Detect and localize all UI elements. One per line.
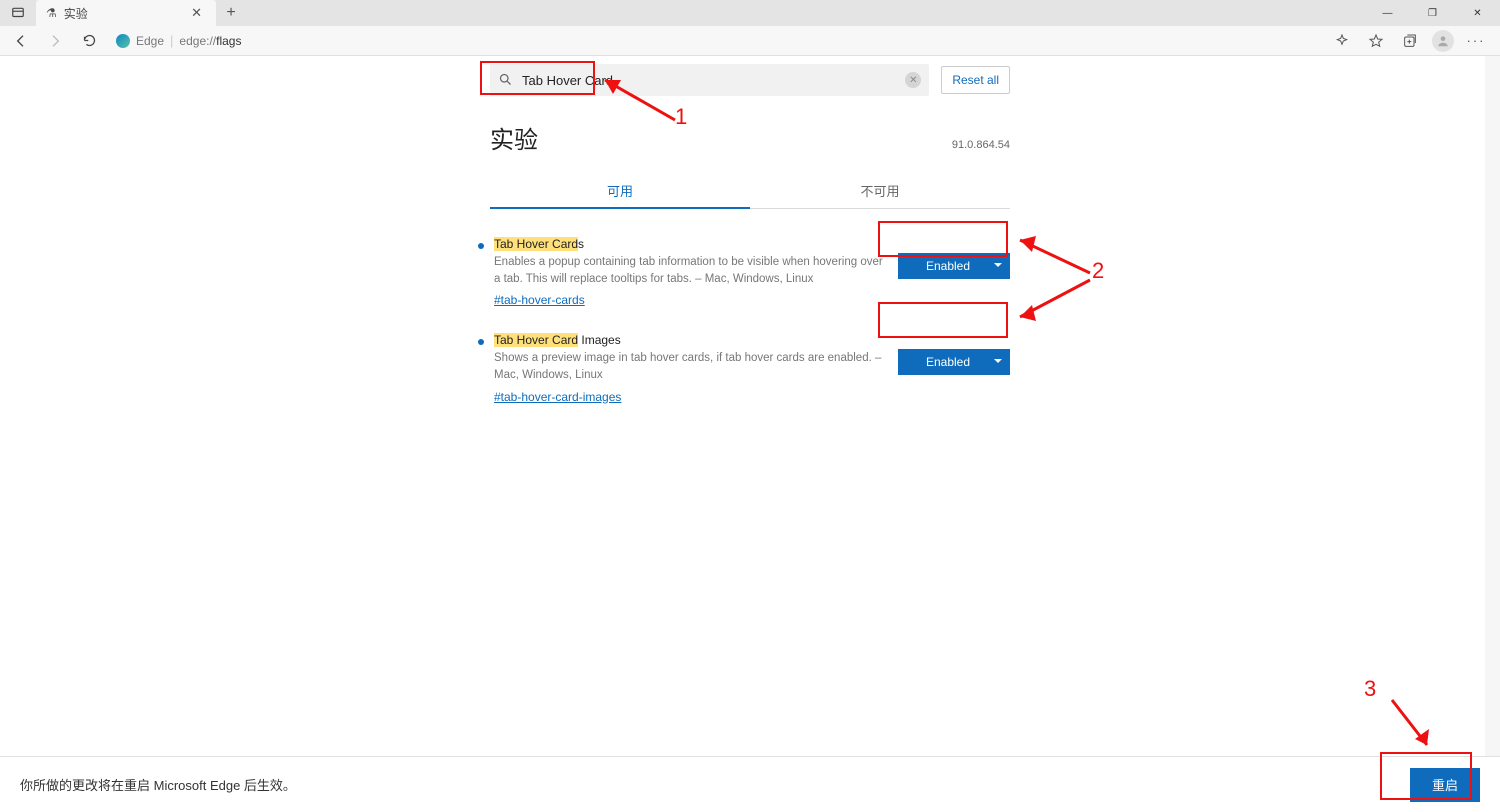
ellipsis-icon: ··· <box>1467 33 1486 48</box>
flag-select-value: Enabled <box>898 349 1010 375</box>
page-heading: 实验 <box>490 120 538 155</box>
tab-strip: ⚗ 实验 ✕ + <box>0 0 246 26</box>
window-controls: — ❐ ✕ <box>1365 0 1500 26</box>
address-origin: Edge <box>136 34 164 48</box>
restart-footer: 你所做的更改将在重启 Microsoft Edge 后生效。 重启 <box>0 756 1500 812</box>
flag-tabs: 可用 不可用 <box>490 173 1010 209</box>
modified-dot-icon <box>478 339 484 345</box>
search-icon <box>498 72 513 90</box>
restart-button[interactable]: 重启 <box>1410 768 1480 802</box>
refresh-button[interactable] <box>74 27 104 55</box>
flask-icon: ⚗ <box>46 6 57 20</box>
tab-available[interactable]: 可用 <box>490 173 750 208</box>
address-scheme: edge:// <box>179 34 216 48</box>
flag-anchor-link[interactable]: #tab-hover-cards <box>494 293 585 307</box>
navigation-bar: Edge | edge://flags ··· <box>0 26 1500 56</box>
page-content: ✕ Reset all 实验 91.0.864.54 可用 不可用 Tab Ho… <box>0 56 1500 756</box>
settings-menu-button[interactable]: ··· <box>1464 29 1488 53</box>
refresh-icon <box>82 33 97 48</box>
close-window-button[interactable]: ✕ <box>1455 0 1500 26</box>
flag-select-value: Enabled <box>898 253 1010 279</box>
flag-select[interactable]: Enabled <box>898 253 1010 279</box>
footer-message: 你所做的更改将在重启 Microsoft Edge 后生效。 <box>20 775 296 794</box>
browser-tab[interactable]: ⚗ 实验 ✕ <box>36 0 216 26</box>
star-icon <box>1368 33 1384 49</box>
modified-dot-icon <box>478 243 484 249</box>
new-tab-button[interactable]: + <box>216 0 246 26</box>
address-bar[interactable]: Edge | edge://flags <box>108 29 1320 53</box>
flag-anchor-link[interactable]: #tab-hover-card-images <box>494 390 621 404</box>
favorites-button[interactable] <box>1364 29 1388 53</box>
maximize-button[interactable]: ❐ <box>1410 0 1455 26</box>
back-button[interactable] <box>6 27 36 55</box>
search-input[interactable] <box>490 64 929 96</box>
arrow-right-icon <box>47 33 63 49</box>
address-path: flags <box>216 34 241 48</box>
flag-title: Tab Hover Card Images <box>494 333 888 347</box>
tab-overview-icon <box>11 6 25 20</box>
forward-button[interactable] <box>40 27 70 55</box>
tab-title: 实验 <box>64 5 180 22</box>
search-wrapper: ✕ <box>490 64 929 96</box>
flag-row: Tab Hover Card Images Shows a preview im… <box>490 333 1010 403</box>
toolbar-right: ··· <box>1324 29 1494 53</box>
tab-actions-button[interactable] <box>0 0 36 26</box>
tab-unavailable[interactable]: 不可用 <box>750 173 1010 208</box>
flag-select[interactable]: Enabled <box>898 349 1010 375</box>
sparkle-star-icon <box>1334 33 1350 49</box>
collections-button[interactable] <box>1398 29 1422 53</box>
edge-icon <box>116 34 130 48</box>
reset-all-button[interactable]: Reset all <box>941 66 1010 94</box>
minimize-button[interactable]: — <box>1365 0 1410 26</box>
version-label: 91.0.864.54 <box>952 139 1010 151</box>
flag-description: Enables a popup containing tab informati… <box>494 254 888 287</box>
arrow-left-icon <box>13 33 29 49</box>
profile-button[interactable] <box>1432 30 1454 52</box>
person-icon <box>1436 34 1450 48</box>
flag-description: Shows a preview image in tab hover cards… <box>494 350 888 383</box>
collections-icon <box>1402 33 1418 49</box>
flag-title: Tab Hover Cards <box>494 237 888 251</box>
read-aloud-button[interactable] <box>1330 29 1354 53</box>
flag-row: Tab Hover Cards Enables a popup containi… <box>490 237 1010 307</box>
close-tab-button[interactable]: ✕ <box>187 5 206 21</box>
title-bar: ⚗ 实验 ✕ + — ❐ ✕ <box>0 0 1500 26</box>
vertical-scrollbar[interactable] <box>1485 56 1500 756</box>
